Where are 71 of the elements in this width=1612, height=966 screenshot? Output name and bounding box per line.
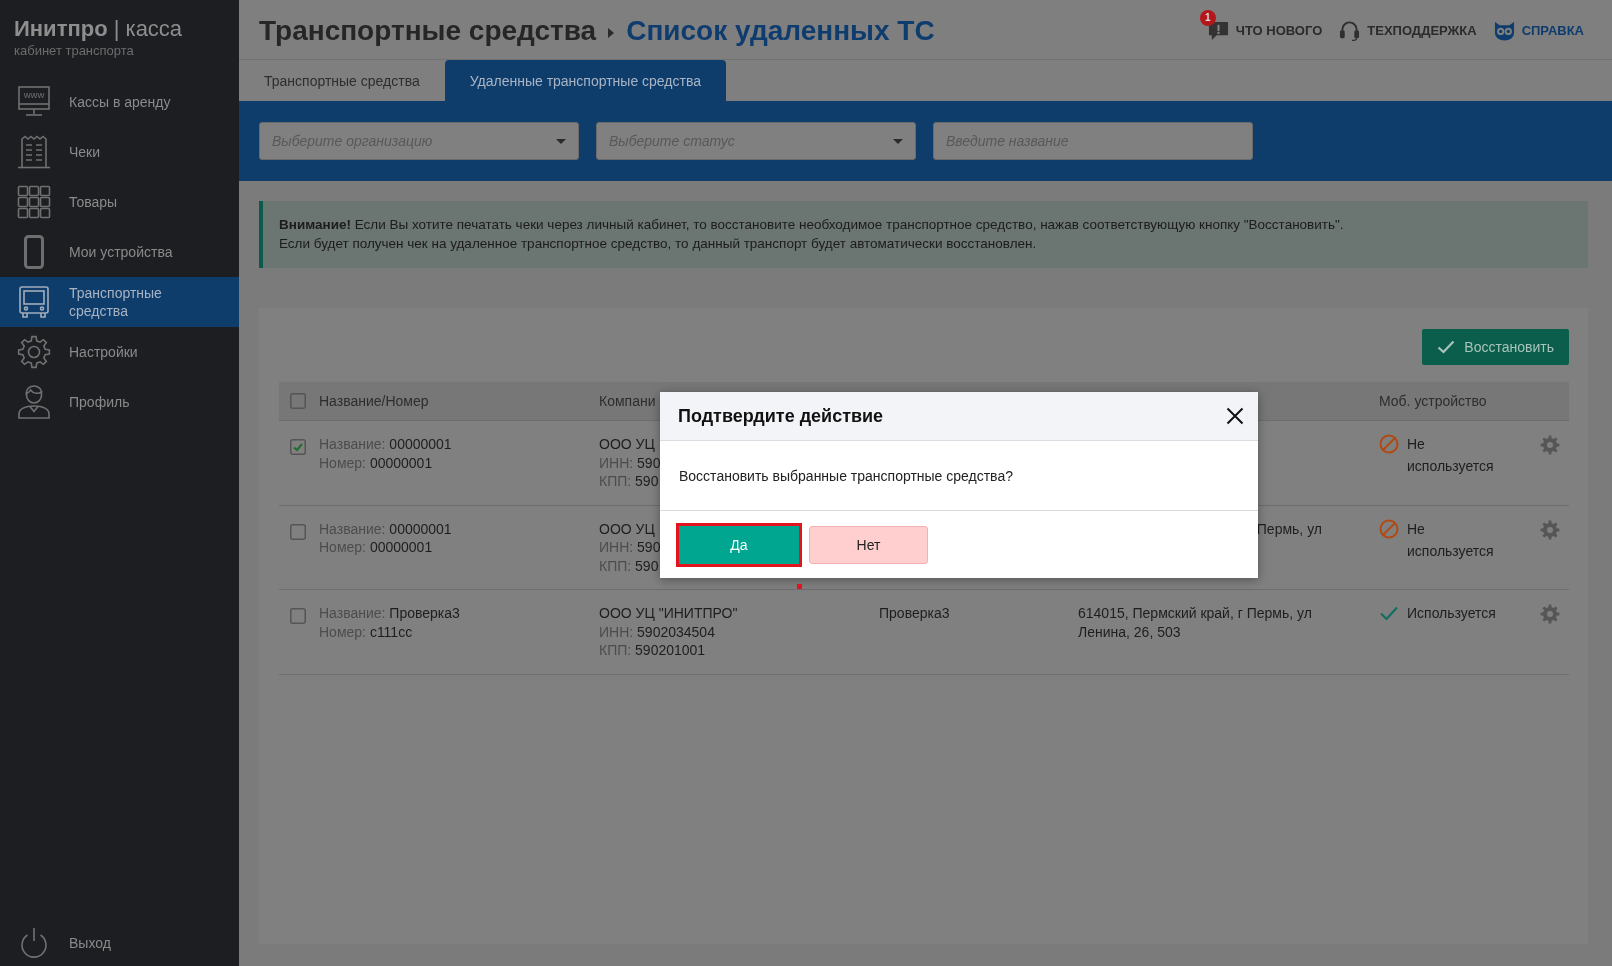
alert-text: Внимание! Если Вы хотите печатать чеки через личный кабинет, то восстановите необходимое транспортное средство, нажав соответствующую кнопку "Восстановить".	[279, 216, 1345, 234]
receipt-icon	[17, 135, 51, 169]
checkbox[interactable]	[290, 523, 306, 540]
status-text: Используется	[1407, 604, 1496, 623]
field-value: 590	[635, 557, 659, 574]
company-name: ООО УЦ "ИНИТПРО"	[599, 605, 738, 621]
address-text: 614015, Пермский край, г Пермь, ул Ленина, 26, 503	[1078, 605, 1312, 640]
field-value: 590	[635, 473, 659, 489]
field-value: 590	[637, 454, 661, 471]
restore-button[interactable]: Восстановить	[1422, 329, 1569, 365]
settings-icon[interactable]	[1540, 435, 1560, 455]
page-title: Список удаленных ТС	[626, 14, 935, 47]
caret-icon	[556, 138, 566, 144]
owl-icon	[1493, 20, 1515, 41]
chat-alert-icon	[1207, 20, 1229, 41]
column-header: Моб. устройство	[1379, 393, 1487, 409]
gear-icon	[17, 335, 51, 369]
prohibited-icon	[1379, 434, 1399, 454]
field-value: 00000001	[369, 539, 433, 555]
notification-badge: 1	[1199, 10, 1216, 26]
logo-text: Инитпро | касса	[13, 15, 184, 42]
check-icon	[1437, 340, 1456, 354]
confirm-button[interactable]: Да	[676, 523, 802, 567]
settings-icon[interactable]	[1540, 604, 1560, 624]
tab[interactable]: Транспортные средства	[239, 60, 445, 101]
dialog-title: Подтвердите действие	[678, 405, 884, 427]
company-name: ООО УЦ	[599, 520, 655, 537]
header-link[interactable]: ТЕХПОДДЕРЖКА	[1331, 10, 1477, 51]
sidebar-item[interactable]: www Кассы в аренду	[0, 77, 239, 127]
column-header: Компани	[599, 393, 656, 409]
sidebar-item[interactable]: Мои устройства	[0, 227, 239, 277]
cancel-button[interactable]: Нет	[809, 526, 928, 564]
field-value: 00000001	[369, 454, 433, 471]
person-icon	[17, 385, 51, 419]
sidebar-item[interactable]: Чеки	[0, 127, 239, 177]
settings-icon[interactable]	[1540, 519, 1560, 540]
logout-link[interactable]: Выход	[0, 920, 239, 966]
alert-text: Если будет получен чек на удаленное транспортное средство, то данный транспорт будет автоматически восстановлен.	[279, 235, 1038, 253]
field-value: 5902034504	[637, 623, 715, 640]
status-text: Не используется	[1407, 519, 1495, 561]
company-name: ООО УЦ	[599, 436, 655, 452]
headset-icon	[1339, 20, 1361, 41]
grid-icon	[17, 185, 51, 219]
field-value: с111сс	[369, 623, 413, 640]
dialog-message: Восстановить выбранные транспортные средства?	[679, 467, 1013, 484]
field-value: Проверка3	[389, 605, 460, 621]
bus-icon	[17, 285, 51, 319]
status-text: Не используется	[1407, 435, 1495, 476]
logo-subtitle: кабинет транспорта	[13, 43, 134, 59]
column-header: Название/Номер	[319, 393, 429, 409]
field-value: 00000001	[389, 520, 452, 537]
checkbox[interactable]	[290, 393, 306, 409]
field-value: 00000001	[389, 436, 452, 452]
address-text: Пермь, ул	[1256, 520, 1322, 537]
sidebar-item[interactable]: Товары	[0, 177, 239, 227]
header-link[interactable]: СПРАВКА	[1485, 10, 1584, 51]
prohibited-icon	[1379, 518, 1399, 539]
field-value: 590	[637, 539, 661, 555]
sidebar-item[interactable]: Профиль	[0, 377, 239, 427]
checkbox[interactable]	[290, 439, 306, 455]
close-icon[interactable]	[1226, 407, 1244, 425]
field-value: 590201001	[635, 642, 706, 658]
breadcrumb-link[interactable]: Транспортные средства	[259, 14, 597, 47]
tab[interactable]: Удаленные транспортные средства	[444, 60, 726, 101]
checkbox[interactable]	[290, 608, 306, 624]
sidebar-item[interactable]: Транспортные средства	[0, 277, 239, 327]
header-link[interactable]: 1 ЧТО НОВОГО	[1199, 10, 1323, 51]
sidebar-item[interactable]: Настройки	[0, 327, 239, 377]
breadcrumb-separator-icon	[608, 27, 615, 38]
caret-icon	[893, 138, 903, 144]
table-cell: Проверка3	[879, 605, 950, 621]
